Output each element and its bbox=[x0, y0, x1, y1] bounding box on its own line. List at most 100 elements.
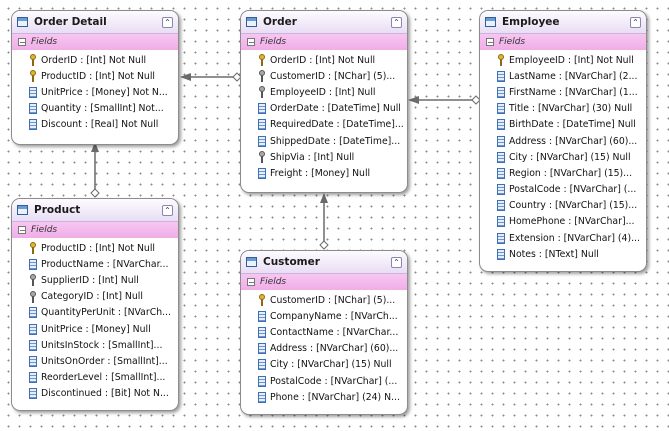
field-row[interactable]: City : [NVarChar] (15) Null bbox=[241, 357, 407, 373]
field-text: Phone : [NVarChar] (24) N... bbox=[270, 391, 400, 403]
field-row[interactable]: UnitsInStock : [SmallInt]... bbox=[12, 337, 178, 353]
collapse-icon[interactable]: ⌃ bbox=[162, 16, 173, 28]
entity-customer[interactable]: Customer ⌃ − Fields CustomerID : [NChar]… bbox=[240, 250, 408, 415]
column-icon bbox=[258, 359, 266, 371]
collapse-icon[interactable]: ⌃ bbox=[391, 16, 402, 28]
field-row[interactable]: OrderID : [Int] Not Null bbox=[241, 52, 407, 68]
column-icon bbox=[29, 355, 37, 367]
collapse-icon[interactable]: ⌃ bbox=[391, 256, 402, 268]
field-text: UnitsInStock : [SmallInt]... bbox=[41, 339, 163, 351]
field-row[interactable]: ProductID : [Int] Not Null bbox=[12, 240, 178, 256]
field-row[interactable]: ProductName : [NVarChar... bbox=[12, 256, 178, 272]
entity-header[interactable]: Order ⌃ bbox=[241, 11, 407, 34]
field-row[interactable]: FirstName : [NVarChar] (1... bbox=[480, 84, 646, 100]
field-row[interactable]: Address : [NVarChar] (60)... bbox=[241, 341, 407, 357]
field-row[interactable]: OrderID : [Int] Not Null bbox=[12, 52, 178, 68]
field-row[interactable]: Quantity : [SmallInt] Not... bbox=[12, 101, 178, 117]
field-row[interactable]: Freight : [Money] Null bbox=[241, 165, 407, 181]
field-row[interactable]: ReorderLevel : [SmallInt]... bbox=[12, 370, 178, 386]
column-icon bbox=[497, 135, 505, 147]
field-row[interactable]: Extension : [NVarChar] (4)... bbox=[480, 230, 646, 246]
field-row[interactable]: CompanyName : [NVarCh... bbox=[241, 308, 407, 324]
field-row[interactable]: BirthDate : [DateTime] Null bbox=[480, 117, 646, 133]
collapse-fields-icon[interactable]: − bbox=[247, 38, 255, 47]
field-row[interactable]: UnitPrice : [Money] Not N... bbox=[12, 84, 178, 100]
connector-product-to-order-detail[interactable] bbox=[90, 142, 100, 198]
field-text: Freight : [Money] Null bbox=[270, 167, 371, 179]
field-row[interactable]: Title : [NVarChar] (30) Null bbox=[480, 101, 646, 117]
entity-header[interactable]: Product ⌃ bbox=[12, 199, 178, 222]
field-row[interactable]: QuantityPerUnit : [NVarCh... bbox=[12, 305, 178, 321]
column-icon bbox=[29, 86, 37, 98]
field-row[interactable]: UnitsOnOrder : [SmallInt]... bbox=[12, 353, 178, 369]
field-text: Discount : [Real] Not Null bbox=[41, 119, 159, 131]
field-row[interactable]: LastName : [NVarChar] (2... bbox=[480, 68, 646, 84]
fields-section-header[interactable]: − Fields bbox=[480, 34, 646, 50]
field-list: EmployeeID : [Int] Not Null LastName : [N… bbox=[480, 50, 646, 263]
field-row[interactable]: OrderDate : [DateTime] Null bbox=[241, 101, 407, 117]
field-row[interactable]: Discontinued : [Bit] Not N... bbox=[12, 386, 178, 402]
field-row[interactable]: Region : [NVarChar] (15)... bbox=[480, 165, 646, 181]
field-row[interactable]: Country : [NVarChar] (15)... bbox=[480, 198, 646, 214]
entity-order-detail[interactable]: Order Detail ⌃ − Fields OrderID : [Int] … bbox=[11, 10, 179, 145]
entity-title: Order Detail bbox=[34, 16, 107, 28]
entity-title: Customer bbox=[263, 256, 320, 268]
connector-order-to-order-detail[interactable] bbox=[180, 72, 242, 82]
field-row[interactable]: Notes : [NText] Null bbox=[480, 246, 646, 262]
column-icon bbox=[497, 86, 505, 98]
field-list: OrderID : [Int] Not Null CustomerID : [NC… bbox=[241, 50, 407, 182]
field-row[interactable]: UnitPrice : [Money] Null bbox=[12, 321, 178, 337]
field-text: Region : [NVarChar] (15)... bbox=[509, 167, 633, 179]
field-row[interactable]: PostalCode : [NVarChar] (... bbox=[480, 182, 646, 198]
field-row[interactable]: RequiredDate : [DateTime]... bbox=[241, 117, 407, 133]
field-list: ProductID : [Int] Not Null ProductName : … bbox=[12, 238, 178, 402]
entity-order[interactable]: Order ⌃ − Fields OrderID : [Int] Not Nul… bbox=[240, 10, 408, 193]
field-row[interactable]: HomePhone : [NVarChar]... bbox=[480, 214, 646, 230]
field-text: CategoryID : [Int] Null bbox=[41, 291, 143, 303]
entity-header[interactable]: Customer ⌃ bbox=[241, 251, 407, 274]
field-text: ShipVia : [Int] Null bbox=[270, 151, 355, 163]
connector-employee-to-order[interactable] bbox=[408, 95, 481, 105]
entity-title: Product bbox=[34, 204, 81, 216]
entity-header[interactable]: Order Detail ⌃ bbox=[12, 11, 178, 34]
column-icon bbox=[497, 184, 505, 196]
field-row[interactable]: ProductID : [Int] Not Null bbox=[12, 68, 178, 84]
field-row[interactable]: City : [NVarChar] (15) Null bbox=[480, 149, 646, 165]
column-icon bbox=[29, 119, 37, 131]
field-row[interactable]: Discount : [Real] Not Null bbox=[12, 117, 178, 133]
field-row[interactable]: PostalCode : [NVarChar] (... bbox=[241, 373, 407, 389]
field-row[interactable]: CustomerID : [NChar] (5)... bbox=[241, 292, 407, 308]
collapse-icon[interactable]: ⌃ bbox=[630, 16, 641, 28]
field-row[interactable]: CategoryID : [Int] Null bbox=[12, 289, 178, 305]
column-icon bbox=[29, 388, 37, 400]
field-text: Address : [NVarChar] (60)... bbox=[509, 135, 638, 147]
field-row[interactable]: ShippedDate : [DateTime]... bbox=[241, 133, 407, 149]
field-text: ProductName : [NVarChar... bbox=[41, 258, 169, 270]
collapse-fields-icon[interactable]: − bbox=[247, 278, 255, 287]
field-text: CustomerID : [NChar] (5)... bbox=[270, 70, 396, 82]
entity-employee[interactable]: Employee ⌃ − Fields EmployeeID : [Int] N… bbox=[479, 10, 647, 272]
field-row[interactable]: EmployeeID : [Int] Not Null bbox=[480, 52, 646, 68]
connector-customer-to-order[interactable] bbox=[319, 193, 329, 250]
fields-section-header[interactable]: − Fields bbox=[241, 274, 407, 290]
field-row[interactable]: Phone : [NVarChar] (24) N... bbox=[241, 389, 407, 405]
fields-section-header[interactable]: − Fields bbox=[12, 222, 178, 238]
entity-header[interactable]: Employee ⌃ bbox=[480, 11, 646, 34]
collapse-fields-icon[interactable]: − bbox=[18, 226, 26, 235]
collapse-fields-icon[interactable]: − bbox=[486, 38, 494, 47]
field-row[interactable]: CustomerID : [NChar] (5)... bbox=[241, 68, 407, 84]
field-text: Country : [NVarChar] (15)... bbox=[509, 200, 638, 212]
collapse-icon[interactable]: ⌃ bbox=[162, 204, 173, 216]
fields-section-header[interactable]: − Fields bbox=[12, 34, 178, 50]
field-row[interactable]: SupplierID : [Int] Null bbox=[12, 272, 178, 288]
field-row[interactable]: ContactName : [NVarChar... bbox=[241, 324, 407, 340]
field-row[interactable]: ShipVia : [Int] Null bbox=[241, 149, 407, 165]
field-text: QuantityPerUnit : [NVarCh... bbox=[41, 307, 171, 319]
field-row[interactable]: EmployeeID : [Int] Null bbox=[241, 84, 407, 100]
field-row[interactable]: Address : [NVarChar] (60)... bbox=[480, 133, 646, 149]
collapse-fields-icon[interactable]: − bbox=[18, 38, 26, 47]
field-text: SupplierID : [Int] Null bbox=[41, 274, 139, 286]
entity-product[interactable]: Product ⌃ − Fields ProductID : [Int] Not… bbox=[11, 198, 179, 411]
field-text: PostalCode : [NVarChar] (... bbox=[509, 184, 637, 196]
fields-section-header[interactable]: − Fields bbox=[241, 34, 407, 50]
